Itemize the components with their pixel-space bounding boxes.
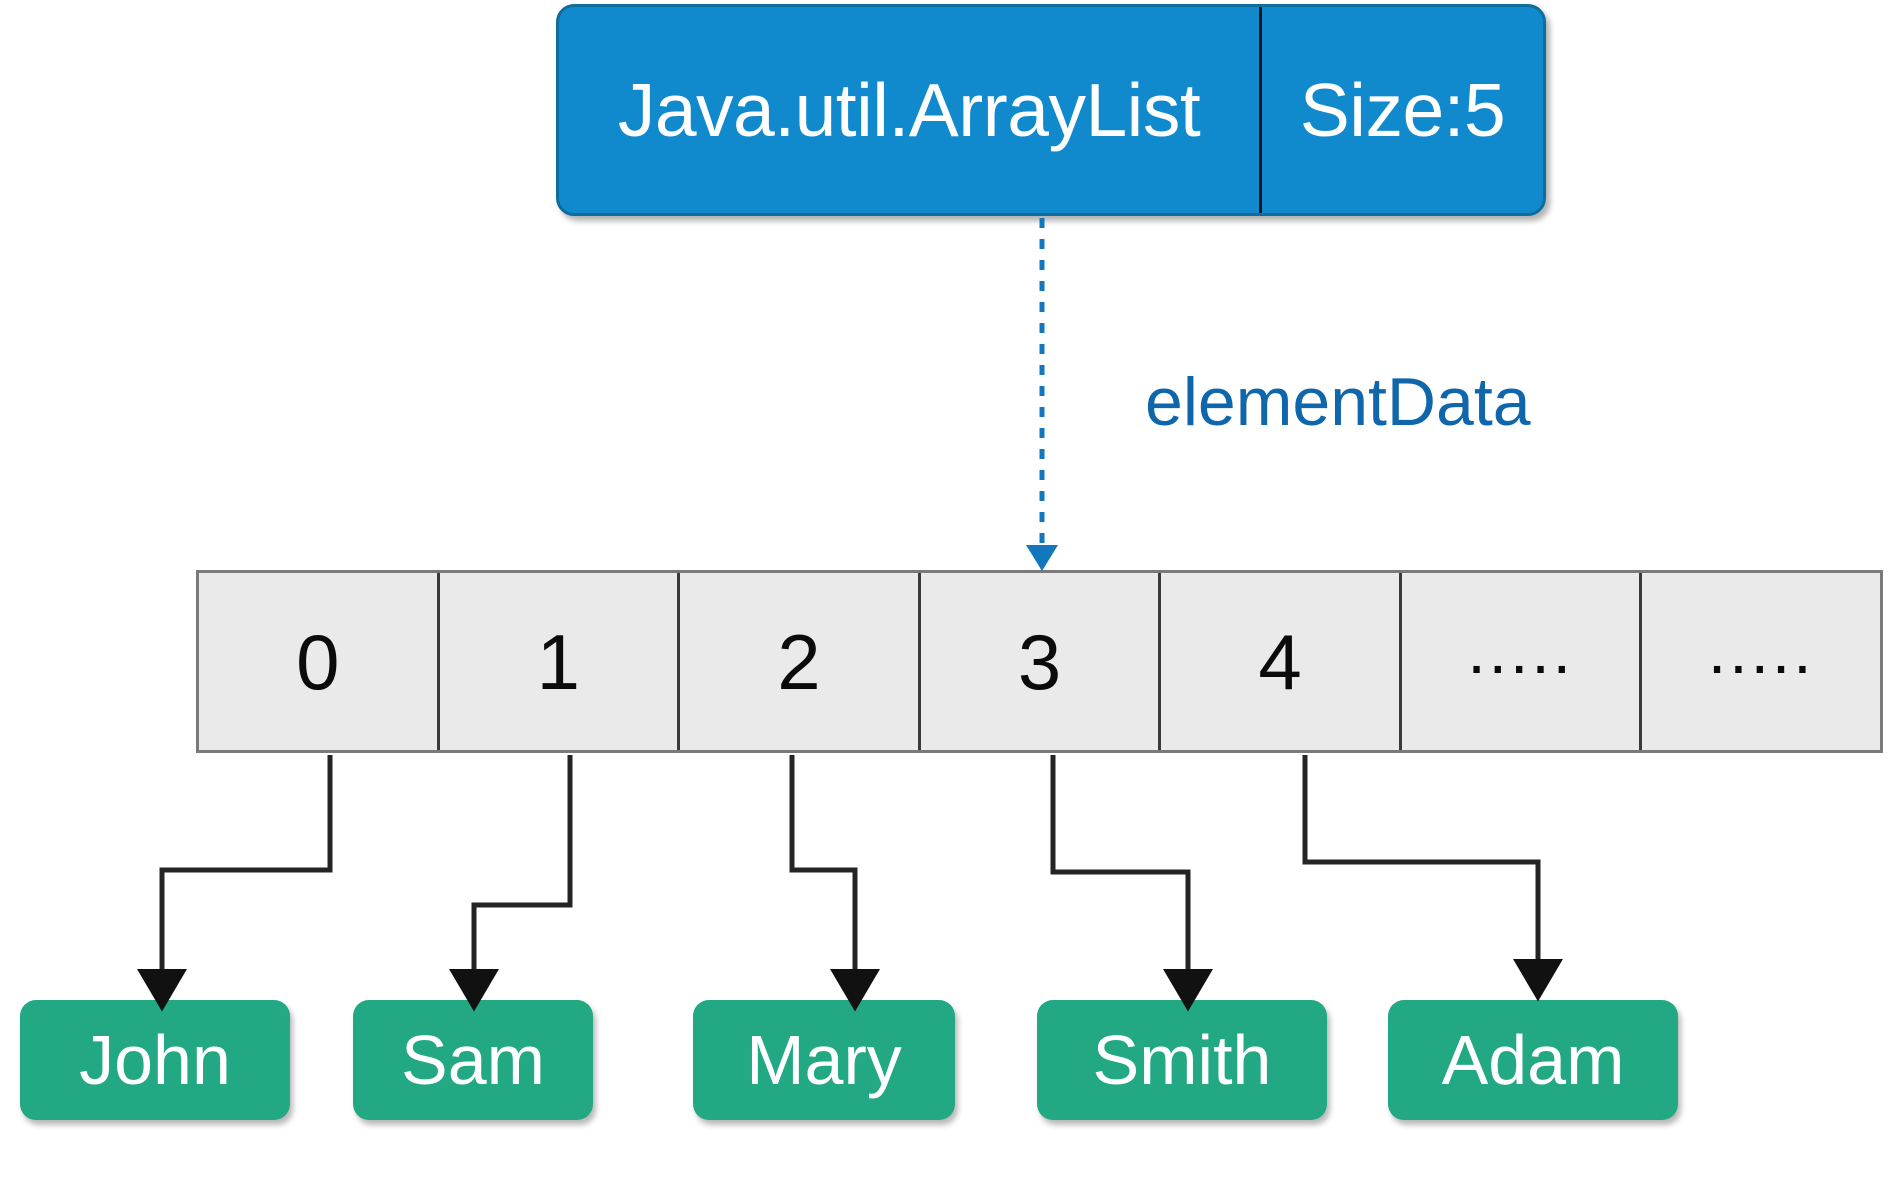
array-cell-0: 0: [199, 573, 440, 750]
element-box-sam: Sam: [353, 1000, 593, 1120]
connector-cell0-to-john: [137, 755, 333, 1012]
diagram-canvas: Java.util.ArrayList Size:5 elementData 0…: [0, 0, 1900, 1187]
element-label-john: John: [79, 1021, 231, 1099]
element-label-adam: Adam: [1441, 1021, 1625, 1099]
arraylist-class-name: Java.util.ArrayList: [617, 67, 1201, 152]
connector-cell2-to-mary: [789, 755, 880, 1012]
array-cell-1: 1: [440, 573, 681, 750]
element-label-sam: Sam: [401, 1021, 545, 1099]
element-box-john: John: [20, 1000, 290, 1120]
connector-cell4-to-adam: [1302, 755, 1563, 1002]
array-cell-3: 3: [921, 573, 1162, 750]
element-box-mary: Mary: [693, 1000, 955, 1120]
array-cell-6-empty: .....: [1707, 612, 1815, 687]
arraylist-header-box: Java.util.ArrayList Size:5: [556, 4, 1546, 216]
element-data-array: 0 1 2 3 4 ..... .....: [196, 570, 1883, 753]
element-box-adam: Adam: [1388, 1000, 1678, 1120]
connector-cell3-to-smith: [1050, 755, 1213, 1012]
connector-cell1-to-sam: [449, 755, 573, 1012]
element-box-smith: Smith: [1037, 1000, 1327, 1120]
array-cell-5-empty: .....: [1402, 573, 1643, 750]
element-label-mary: Mary: [746, 1021, 902, 1099]
element-data-label: elementData: [1145, 364, 1531, 440]
element-label-smith: Smith: [1092, 1021, 1272, 1099]
arraylist-size-label: Size:5: [1259, 7, 1543, 213]
array-cell-4: 4: [1161, 573, 1402, 750]
array-cell-2: 2: [680, 573, 921, 750]
